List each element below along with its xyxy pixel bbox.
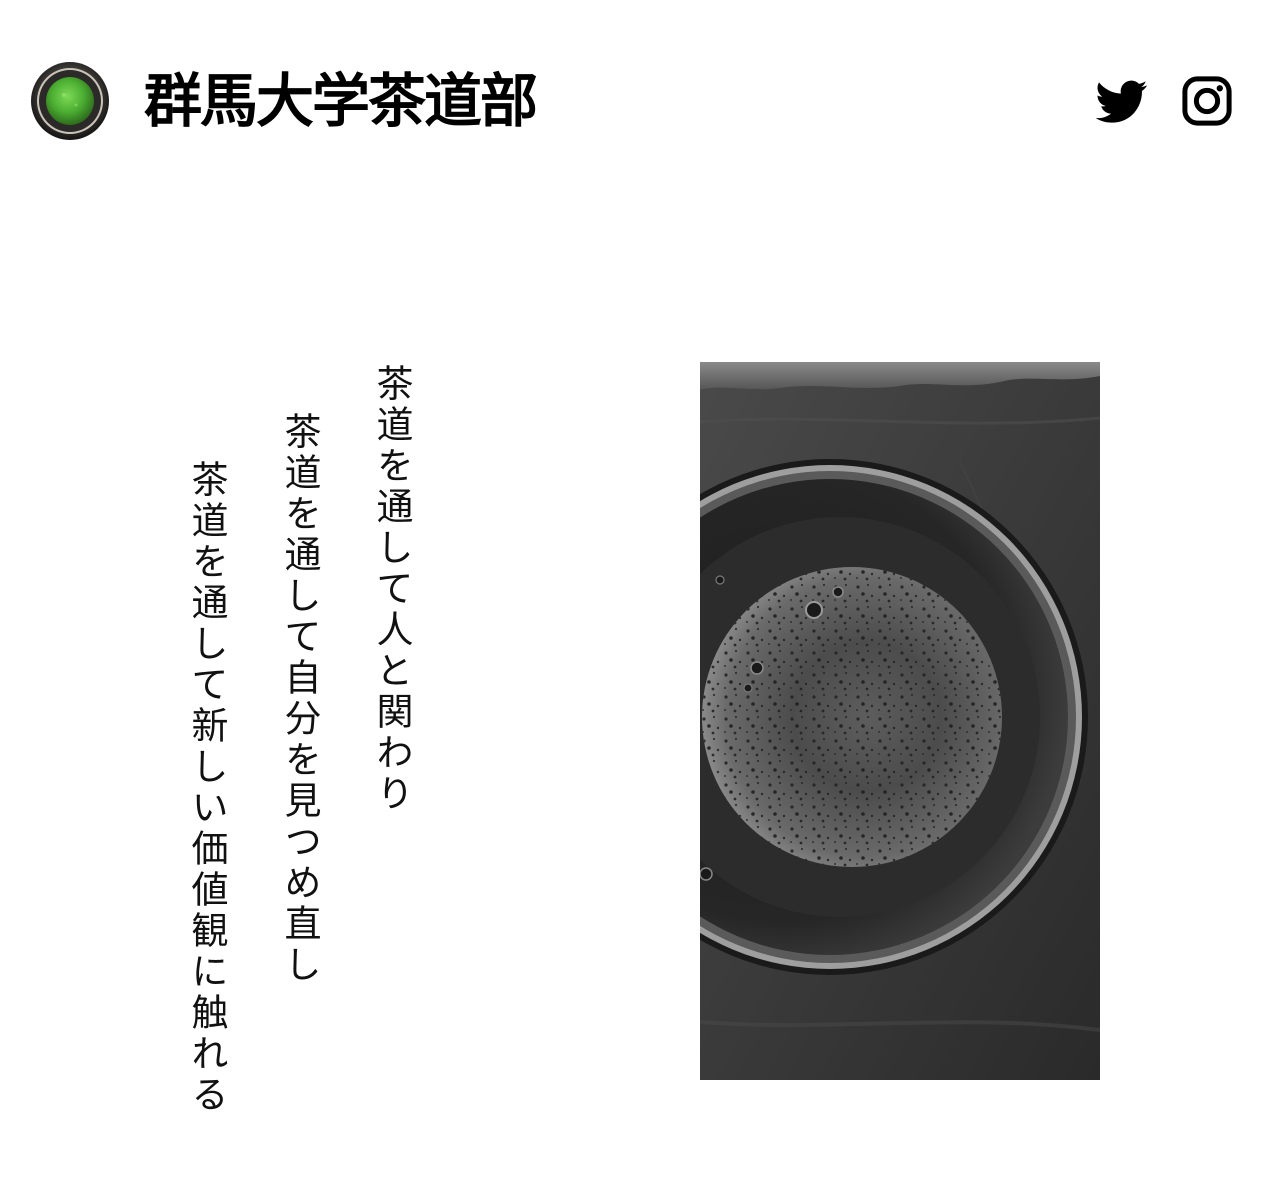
poem-line-1: 茶道を通して人と関わり — [370, 364, 413, 815]
twitter-icon[interactable] — [1096, 75, 1148, 127]
instagram-icon[interactable] — [1181, 75, 1233, 127]
matcha-bowl-icon[interactable] — [30, 61, 110, 141]
site-title[interactable]: 群馬大学茶道部 — [144, 66, 538, 136]
poem-line-3: 茶道を通して新しい価値観に触れる — [185, 460, 228, 1116]
matcha-bowl-photo — [700, 362, 1100, 1080]
site-header: 群馬大学茶道部 — [0, 0, 1278, 200]
poem-line-2: 茶道を通して自分を見つめ直し — [278, 412, 321, 986]
